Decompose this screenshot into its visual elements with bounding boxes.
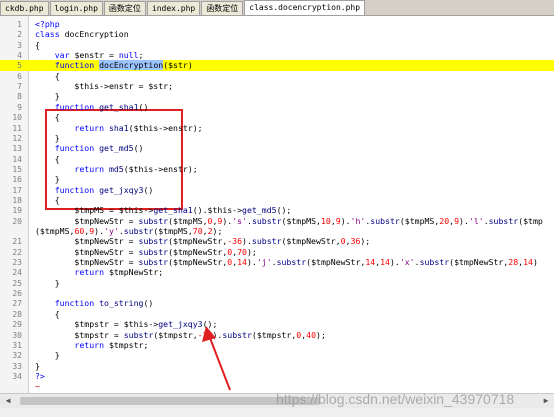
annotation-arrow [202, 326, 231, 391]
watermark: https://blog.csdn.net/weixin_43970718 [276, 391, 515, 407]
scrollbar-thumb[interactable] [20, 397, 320, 405]
status-strip [0, 408, 554, 417]
scroll-left-icon[interactable]: ◀ [2, 395, 14, 407]
scroll-right-icon[interactable]: ▶ [540, 395, 552, 407]
